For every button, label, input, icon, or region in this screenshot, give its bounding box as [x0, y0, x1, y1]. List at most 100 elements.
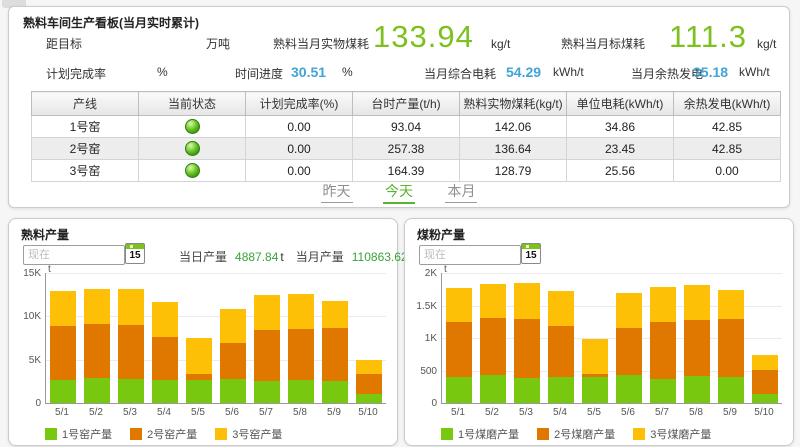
- x-tick-label: 5/8: [679, 407, 713, 418]
- bar-segment-3号煤磨产量[interactable]: [718, 290, 744, 319]
- bar-segment-1号窑产量[interactable]: [322, 381, 348, 403]
- legend-label: 1号煤磨产量: [458, 426, 519, 442]
- clinker-totals: 当日产量4887.84t当月产量110863.62t: [179, 248, 425, 265]
- clinker-production-panel: 熟料产量 15 当日产量4887.84t当月产量110863.62t 05K10…: [8, 218, 398, 446]
- tab-this-month[interactable]: 本月: [445, 181, 477, 203]
- bar-segment-3号煤磨产量[interactable]: [752, 355, 778, 370]
- bar-segment-1号煤磨产量[interactable]: [650, 379, 676, 403]
- bar-segment-3号煤磨产量[interactable]: [684, 285, 710, 320]
- x-tick-label: 5/2: [475, 407, 509, 418]
- legend-label: 1号窑产量: [62, 426, 112, 442]
- bar-segment-3号煤磨产量[interactable]: [480, 284, 506, 318]
- metric-target-gap-label: 距目标: [46, 35, 82, 52]
- metric-time-progress-label: 时间进度: [235, 65, 283, 82]
- bar-segment-1号窑产量[interactable]: [254, 381, 280, 403]
- bar-segment-3号煤磨产量[interactable]: [446, 288, 472, 322]
- legend-label: 3号煤磨产量: [650, 426, 711, 442]
- col-header-hourly-output: 台时产量(t/h): [353, 92, 460, 116]
- legend-item[interactable]: 3号窑产量: [215, 426, 282, 442]
- bar-segment-3号窑产量[interactable]: [118, 289, 144, 325]
- cell-coal: 128.79: [460, 160, 567, 182]
- bar-segment-2号窑产量[interactable]: [186, 374, 212, 381]
- bar-segment-2号窑产量[interactable]: [254, 330, 280, 381]
- table-row: 3号窑 0.00 164.39 128.79 25.56 0.00: [32, 160, 781, 182]
- bar-segment-3号煤磨产量[interactable]: [650, 287, 676, 322]
- legend-item[interactable]: 2号煤磨产量: [537, 426, 615, 442]
- legend-item[interactable]: 1号煤磨产量: [441, 426, 519, 442]
- bar-segment-3号煤磨产量[interactable]: [514, 283, 540, 319]
- bar-segment-1号窑产量[interactable]: [356, 394, 382, 403]
- bar-segment-1号窑产量[interactable]: [118, 379, 144, 403]
- legend-swatch: [441, 428, 453, 440]
- bar-segment-2号煤磨产量[interactable]: [548, 326, 574, 377]
- bar-segment-1号窑产量[interactable]: [288, 380, 314, 403]
- bar-segment-2号煤磨产量[interactable]: [684, 320, 710, 375]
- clinker-chart: 05K10K15K t 5/15/25/35/45/55/65/75/85/95…: [11, 271, 393, 423]
- bar-segment-2号窑产量[interactable]: [152, 337, 178, 380]
- bar-segment-1号煤磨产量[interactable]: [582, 377, 608, 403]
- bar-segment-3号窑产量[interactable]: [152, 302, 178, 338]
- coal-date-input[interactable]: [419, 245, 521, 265]
- bar-segment-1号窑产量[interactable]: [50, 380, 76, 403]
- legend-item[interactable]: 2号窑产量: [130, 426, 197, 442]
- bar-segment-3号窑产量[interactable]: [356, 360, 382, 374]
- bar-segment-1号煤磨产量[interactable]: [514, 378, 540, 403]
- tab-yesterday[interactable]: 昨天: [321, 181, 353, 203]
- bar-segment-1号窑产量[interactable]: [186, 380, 212, 403]
- bar-segment-3号煤磨产量[interactable]: [582, 339, 608, 374]
- bar-segment-2号窑产量[interactable]: [356, 374, 382, 395]
- col-header-waste-heat: 余热发电(kWh/t): [674, 92, 781, 116]
- bar-segment-1号煤磨产量[interactable]: [446, 377, 472, 403]
- legend-item[interactable]: 1号窑产量: [45, 426, 112, 442]
- bar-segment-1号煤磨产量[interactable]: [548, 377, 574, 403]
- bar-segment-2号窑产量[interactable]: [288, 329, 314, 380]
- x-tick-label: 5/5: [577, 407, 611, 418]
- bar-segment-3号窑产量[interactable]: [220, 309, 246, 344]
- bar-segment-1号煤磨产量[interactable]: [616, 375, 642, 403]
- bar-segment-2号煤磨产量[interactable]: [480, 318, 506, 375]
- kpi-panel: 熟料车间生产看板(当月实时累计) 距目标 万吨 熟料当月实物煤耗 133.94 …: [8, 6, 790, 208]
- bar-segment-2号窑产量[interactable]: [322, 328, 348, 381]
- bar-segment-1号煤磨产量[interactable]: [480, 375, 506, 403]
- bar-segment-1号窑产量[interactable]: [220, 379, 246, 403]
- bar-segment-3号窑产量[interactable]: [288, 294, 314, 330]
- bar-segment-3号窑产量[interactable]: [254, 295, 280, 331]
- bar-segment-2号煤磨产量[interactable]: [582, 374, 608, 377]
- bar-segment-2号煤磨产量[interactable]: [718, 319, 744, 378]
- metric-std-coal-label: 熟料当月标煤耗: [561, 35, 645, 52]
- y-tick-label: 0: [35, 398, 41, 409]
- bar-segment-3号煤磨产量[interactable]: [616, 293, 642, 327]
- calendar-icon[interactable]: 15: [125, 243, 145, 264]
- bar-segment-2号煤磨产量[interactable]: [446, 322, 472, 377]
- bar-segment-2号煤磨产量[interactable]: [616, 328, 642, 375]
- bar-segment-1号煤磨产量[interactable]: [684, 376, 710, 403]
- bar-segment-1号煤磨产量[interactable]: [718, 377, 744, 403]
- bar-segment-2号窑产量[interactable]: [84, 324, 110, 378]
- bar-segment-1号煤磨产量[interactable]: [752, 394, 778, 403]
- cell-power: 23.45: [567, 138, 674, 160]
- y-tick-label: 15K: [23, 268, 41, 279]
- metric-std-coal-unit: kg/t: [757, 37, 776, 51]
- bar-segment-2号窑产量[interactable]: [220, 343, 246, 379]
- bar-segment-3号窑产量[interactable]: [50, 291, 76, 326]
- y-tick-label: 0: [431, 398, 437, 409]
- bar-segment-2号煤磨产量[interactable]: [514, 319, 540, 378]
- bar-segment-3号窑产量[interactable]: [84, 289, 110, 324]
- bar-segment-2号煤磨产量[interactable]: [650, 322, 676, 379]
- bar-segment-2号窑产量[interactable]: [50, 326, 76, 380]
- calendar-icon[interactable]: 15: [521, 243, 541, 264]
- bar-segment-2号煤磨产量[interactable]: [752, 370, 778, 394]
- bar-segment-3号窑产量[interactable]: [322, 301, 348, 329]
- cell-hourly-output: 257.38: [353, 138, 460, 160]
- bar-segment-1号窑产量[interactable]: [152, 380, 178, 403]
- cell-waste-heat: 42.85: [674, 138, 781, 160]
- tab-today[interactable]: 今天: [383, 181, 415, 204]
- x-axis: 5/15/25/35/45/55/65/75/85/95/10: [441, 407, 781, 421]
- bar-segment-3号煤磨产量[interactable]: [548, 291, 574, 325]
- bar-segment-2号窑产量[interactable]: [118, 325, 144, 379]
- clinker-date-input[interactable]: [23, 245, 125, 265]
- bar-segment-1号窑产量[interactable]: [84, 378, 110, 403]
- cell-coal: 136.64: [460, 138, 567, 160]
- legend-item[interactable]: 3号煤磨产量: [633, 426, 711, 442]
- bar-segment-3号窑产量[interactable]: [186, 338, 212, 374]
